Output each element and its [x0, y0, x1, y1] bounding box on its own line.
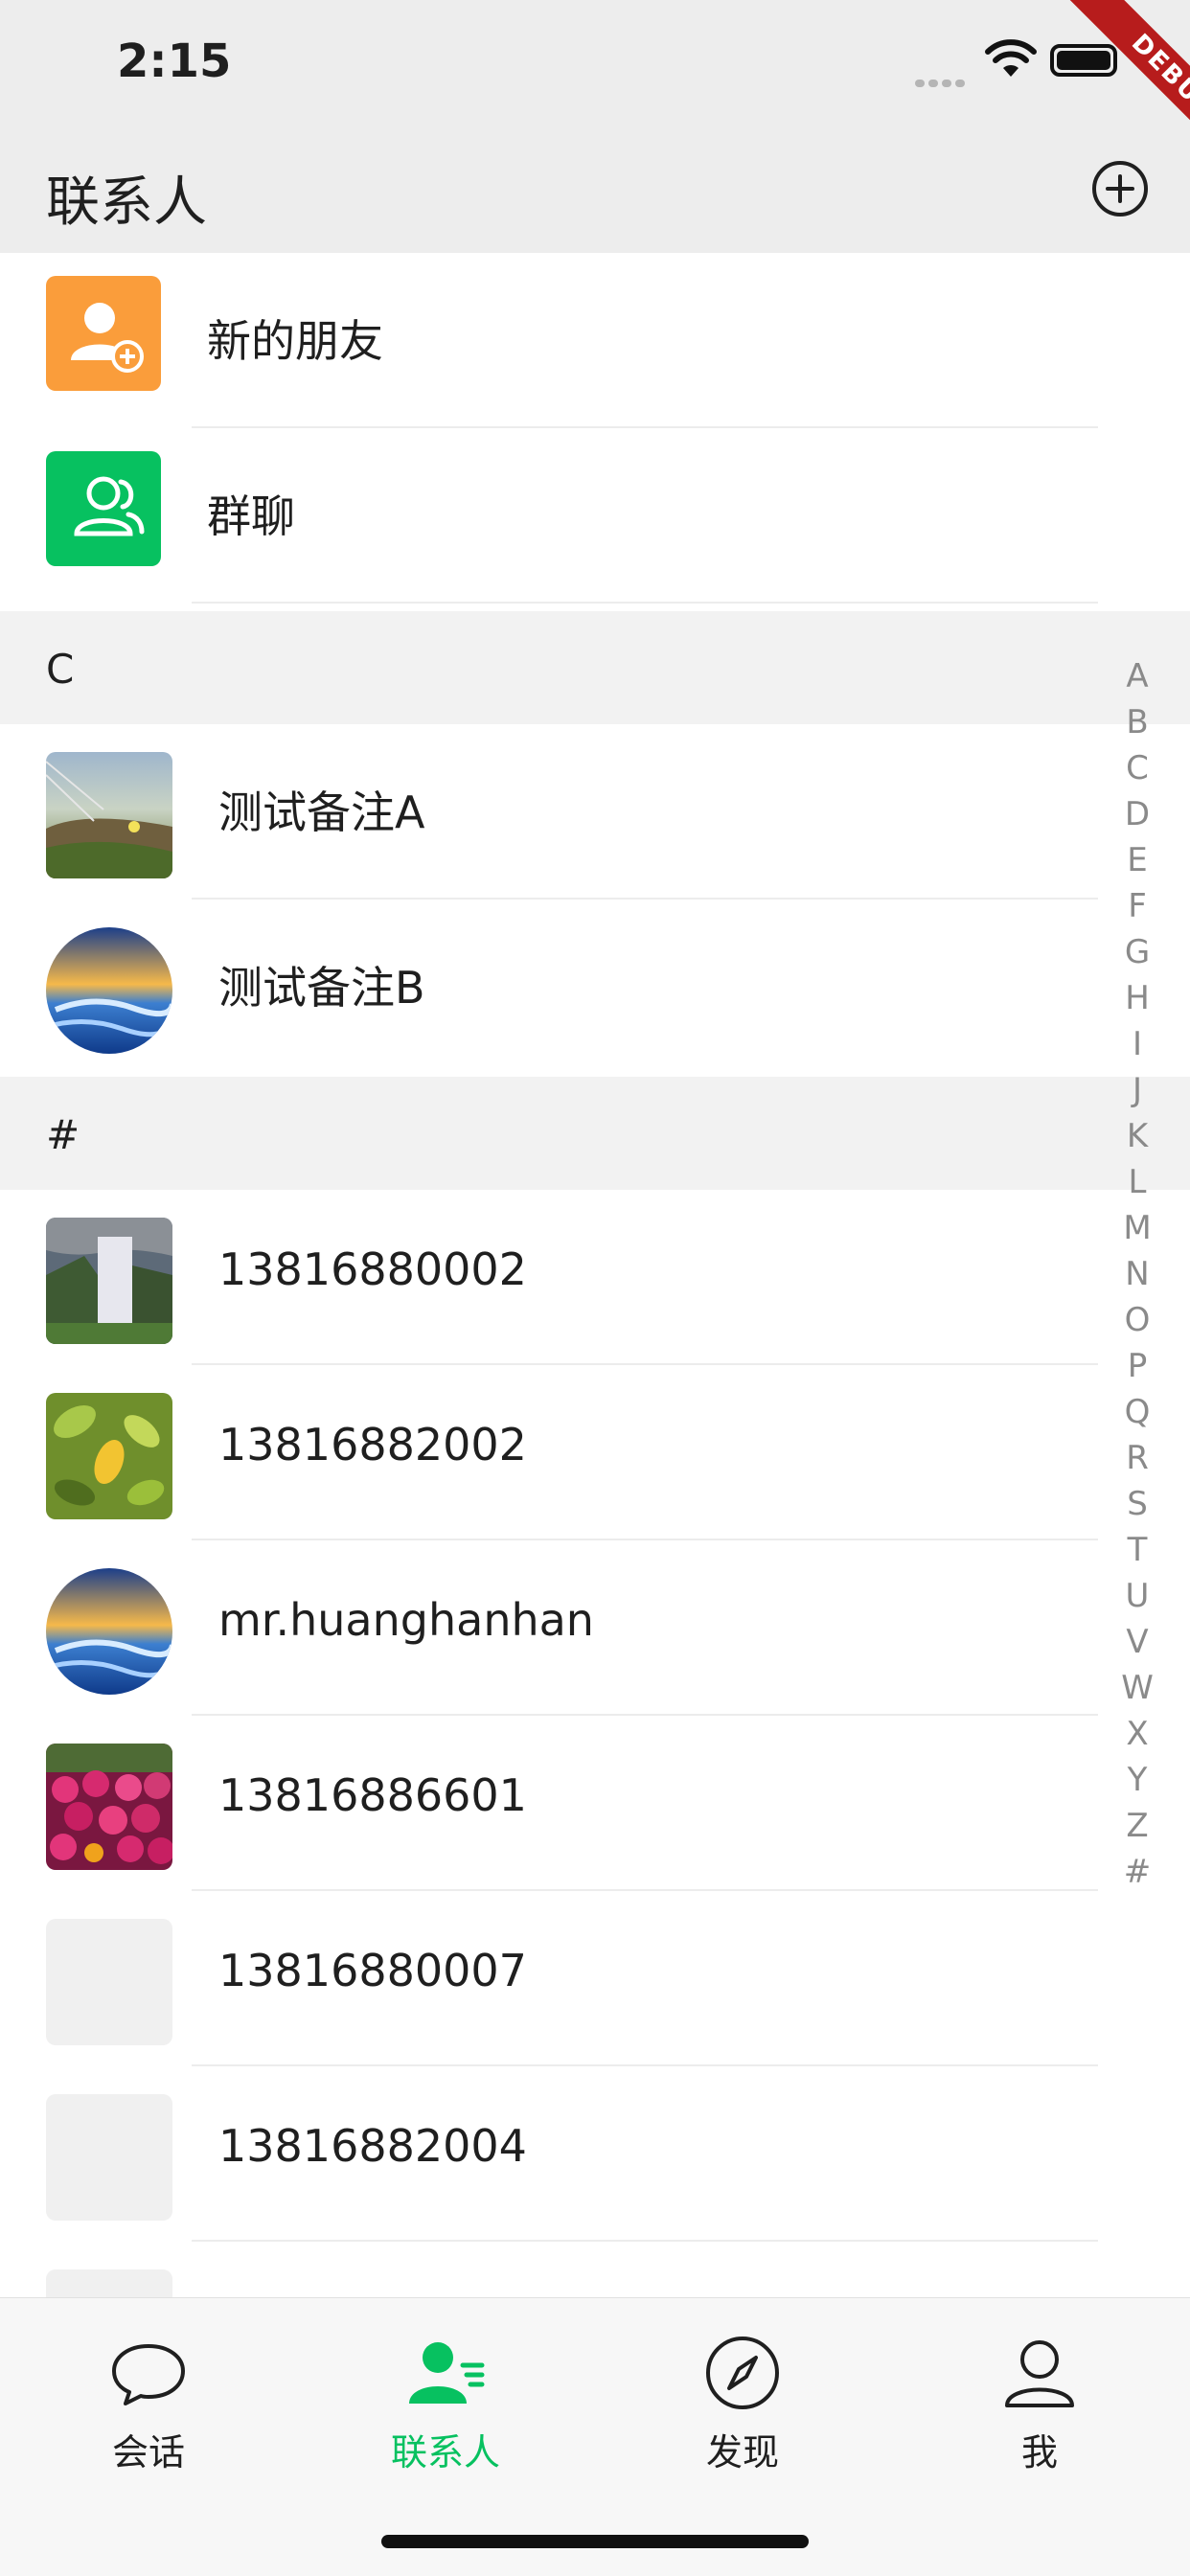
index-letter[interactable]: I: [1111, 1021, 1163, 1067]
group-chat-icon: [46, 451, 161, 566]
avatar: [46, 1393, 172, 1519]
contact-name: 13816880007: [218, 1945, 527, 1996]
index-letter[interactable]: A: [1111, 653, 1163, 699]
avatar-placeholder: [46, 2094, 172, 2221]
index-letter[interactable]: S: [1111, 1481, 1163, 1527]
avatar-placeholder: [46, 2269, 172, 2297]
avatar: [46, 1568, 172, 1695]
index-letter[interactable]: C: [1111, 745, 1163, 791]
new-friends-label: 新的朋友: [207, 315, 383, 367]
index-letter[interactable]: R: [1111, 1435, 1163, 1481]
avatar: [46, 1218, 172, 1344]
cellular-signal-icon: [915, 73, 971, 87]
chat-bubble-icon: [112, 2344, 185, 2405]
contact-row[interactable]: 13816882004: [0, 2066, 1190, 2242]
contacts-icon: [409, 2342, 485, 2404]
alphabet-index[interactable]: A B C D E F G H I J K L M N O P Q R S T U V W X Y Z #: [1111, 653, 1163, 1895]
contact-row[interactable]: 13816880007: [0, 1891, 1190, 2066]
section-header-hash: #: [0, 1077, 1190, 1190]
section-letter: C: [46, 646, 75, 693]
contact-row[interactable]: 13816880002: [0, 1190, 1190, 1365]
index-letter[interactable]: X: [1111, 1711, 1163, 1757]
index-letter[interactable]: Y: [1111, 1757, 1163, 1803]
battery-icon: [1050, 44, 1117, 77]
index-letter[interactable]: E: [1111, 837, 1163, 883]
avatar: [46, 752, 172, 878]
section-letter: #: [46, 1111, 80, 1158]
index-letter[interactable]: L: [1111, 1159, 1163, 1205]
contact-name: 13816882002: [218, 1419, 527, 1470]
contact-row-partial[interactable]: [0, 2242, 1190, 2297]
contact-name: 13816880002: [218, 1243, 527, 1295]
contact-name: 13816886601: [218, 1769, 527, 1821]
status-bar: 2:15 DEBUG: [0, 0, 1190, 202]
index-letter[interactable]: J: [1111, 1067, 1163, 1113]
index-letter[interactable]: D: [1111, 791, 1163, 837]
tab-discover[interactable]: 发现: [647, 2333, 838, 2476]
index-letter[interactable]: Q: [1111, 1389, 1163, 1435]
tab-label: 会话: [111, 2431, 185, 2473]
avatar: [46, 927, 172, 1054]
tab-label: 发现: [705, 2431, 779, 2473]
tab-chats[interactable]: 会话: [53, 2333, 244, 2476]
index-letter[interactable]: H: [1111, 975, 1163, 1021]
contact-name: 测试备注B: [218, 962, 425, 1014]
avatar-placeholder: [46, 1919, 172, 2045]
index-letter[interactable]: K: [1111, 1113, 1163, 1159]
index-letter[interactable]: N: [1111, 1251, 1163, 1297]
section-header-c: C: [0, 611, 1190, 724]
wifi-icon: [985, 39, 1037, 77]
index-letter[interactable]: U: [1111, 1573, 1163, 1619]
group-chat-label: 群聊: [207, 490, 295, 542]
index-letter[interactable]: F: [1111, 883, 1163, 929]
contact-name: 13816882004: [218, 2120, 527, 2172]
index-letter[interactable]: Z: [1111, 1803, 1163, 1849]
person-icon: [1005, 2340, 1074, 2407]
contact-row[interactable]: 13816886601: [0, 1716, 1190, 1891]
divider: [192, 602, 1098, 604]
index-letter[interactable]: O: [1111, 1297, 1163, 1343]
contact-row[interactable]: 测试备注A: [0, 724, 1190, 900]
tab-contacts[interactable]: 联系人: [350, 2333, 541, 2476]
compass-icon: [706, 2337, 779, 2409]
contact-name: mr.huanghanhan: [218, 1594, 594, 1646]
avatar: [46, 1744, 172, 1870]
nav-bar: 联系人: [0, 130, 1190, 253]
contact-row[interactable]: mr.huanghanhan: [0, 1540, 1190, 1716]
status-time: 2:15: [117, 34, 232, 88]
contact-row[interactable]: 测试备注B: [0, 900, 1190, 1075]
index-letter[interactable]: T: [1111, 1527, 1163, 1573]
index-letter[interactable]: B: [1111, 699, 1163, 745]
page-title: 联系人: [46, 171, 207, 234]
tab-me[interactable]: 我: [944, 2333, 1135, 2476]
index-letter[interactable]: G: [1111, 929, 1163, 975]
add-friend-icon: [46, 276, 161, 391]
home-indicator: [381, 2535, 809, 2548]
index-letter[interactable]: W: [1111, 1665, 1163, 1711]
tab-label: 我: [1020, 2431, 1058, 2473]
contact-row[interactable]: 13816882002: [0, 1365, 1190, 1540]
index-letter[interactable]: #: [1111, 1849, 1163, 1895]
tab-label: 联系人: [390, 2431, 500, 2473]
contact-name: 测试备注A: [218, 786, 425, 838]
plus-circle-icon[interactable]: [1090, 159, 1150, 218]
group-chat-row[interactable]: 群聊: [0, 428, 1190, 604]
index-letter[interactable]: P: [1111, 1343, 1163, 1389]
index-letter[interactable]: V: [1111, 1619, 1163, 1665]
new-friends-row[interactable]: 新的朋友: [0, 253, 1190, 428]
index-letter[interactable]: M: [1111, 1205, 1163, 1251]
